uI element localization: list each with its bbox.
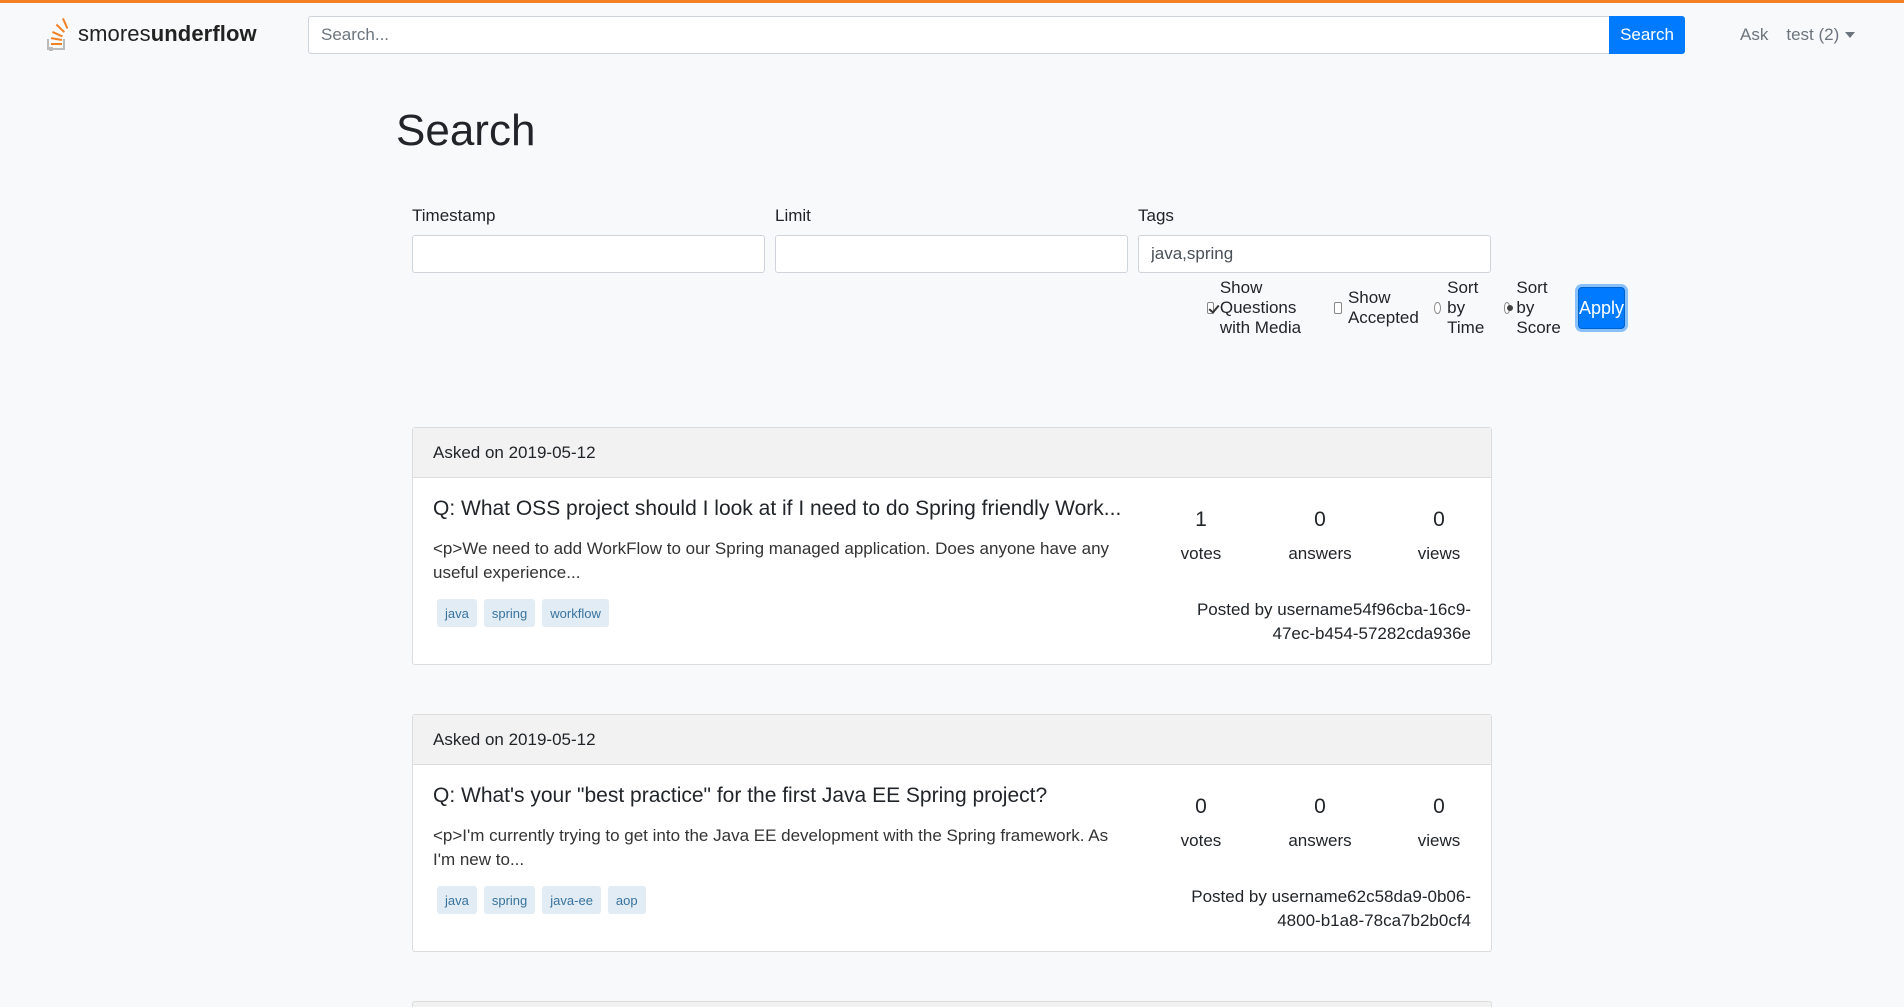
page-title: Search bbox=[396, 106, 536, 155]
votes-count: 1 bbox=[1195, 508, 1207, 531]
question-tags: java spring java-ee aop bbox=[437, 886, 646, 914]
question-title-link[interactable]: Q: What's your "best practice" for the f… bbox=[433, 784, 1133, 808]
sort-time-option[interactable]: Sort by Time bbox=[1434, 278, 1491, 338]
tags-field-group: Tags bbox=[1138, 206, 1491, 273]
tag-chip[interactable]: spring bbox=[483, 599, 536, 627]
views-label: views bbox=[1417, 544, 1461, 563]
sort-score-option[interactable]: Sort by Score bbox=[1503, 278, 1566, 338]
limit-input[interactable] bbox=[775, 235, 1128, 273]
votes-stat: 0 votes bbox=[1151, 795, 1251, 851]
caret-down-icon bbox=[1845, 32, 1856, 38]
show-accepted-label: Show Accepted bbox=[1347, 288, 1419, 327]
show-media-checkbox[interactable] bbox=[1207, 302, 1214, 314]
top-navbar: smoresunderflow Search Ask test (2) bbox=[0, 0, 1904, 64]
tag-chip[interactable]: spring bbox=[483, 886, 536, 914]
show-media-label: Show Questions with Media bbox=[1219, 278, 1302, 337]
tag-chip[interactable]: java bbox=[437, 599, 477, 627]
views-label: views bbox=[1417, 831, 1461, 850]
answers-stat: 0 answers bbox=[1270, 508, 1370, 564]
views-count: 0 bbox=[1433, 795, 1445, 818]
tags-label: Tags bbox=[1138, 206, 1174, 225]
question-card: Asked on 2019-05-12 Q: What's your "best… bbox=[412, 714, 1492, 952]
question-card-partial bbox=[412, 1001, 1492, 1007]
question-card-header: Asked on 2019-05-12 bbox=[413, 428, 1491, 478]
answers-label: answers bbox=[1288, 544, 1352, 563]
user-menu-dropdown[interactable]: test (2) bbox=[1786, 25, 1856, 45]
sort-score-label: Sort by Score bbox=[1516, 278, 1561, 337]
limit-field-group: Limit bbox=[775, 206, 1128, 273]
votes-stat: 1 votes bbox=[1151, 508, 1251, 564]
limit-label: Limit bbox=[775, 206, 811, 225]
question-card-body: Q: What OSS project should I look at if … bbox=[413, 478, 1491, 665]
views-count: 0 bbox=[1433, 508, 1445, 531]
show-media-option[interactable]: Show Questions with Media bbox=[1207, 278, 1322, 338]
views-stat: 0 views bbox=[1389, 795, 1489, 851]
question-title-link[interactable]: Q: What OSS project should I look at if … bbox=[433, 497, 1133, 521]
votes-count: 0 bbox=[1195, 795, 1207, 818]
sort-score-radio[interactable] bbox=[1503, 302, 1513, 314]
answers-stat: 0 answers bbox=[1270, 795, 1370, 851]
search-input[interactable] bbox=[308, 16, 1609, 54]
timestamp-label: Timestamp bbox=[412, 206, 496, 225]
timestamp-field-group: Timestamp bbox=[412, 206, 765, 273]
posted-by: Posted by username54f96cba-16c9-47ec-b45… bbox=[1196, 600, 1471, 643]
answers-count: 0 bbox=[1314, 508, 1326, 531]
sort-time-radio[interactable] bbox=[1434, 302, 1442, 314]
brand-name: smoresunderflow bbox=[78, 21, 257, 46]
apply-button[interactable]: Apply bbox=[1577, 287, 1625, 329]
question-tags: java spring workflow bbox=[437, 599, 609, 627]
show-accepted-option[interactable]: Show Accepted bbox=[1333, 288, 1423, 328]
nav-right: Ask test (2) bbox=[1740, 23, 1856, 47]
asked-date: Asked on 2019-05-12 bbox=[433, 442, 596, 462]
posted-by: Posted by username62c58da9-0b06-4800-b1a… bbox=[1191, 887, 1471, 930]
tag-chip[interactable]: aop bbox=[607, 886, 646, 914]
search-button[interactable]: Search bbox=[1609, 16, 1685, 54]
question-snippet: <p>I'm currently trying to get into the … bbox=[433, 826, 1109, 869]
views-stat: 0 views bbox=[1389, 508, 1489, 564]
user-menu-label: test (2) bbox=[1786, 25, 1840, 44]
sort-time-label: Sort by Time bbox=[1447, 278, 1485, 337]
brand-logo-link[interactable]: smoresunderflow bbox=[46, 16, 257, 52]
show-accepted-checkbox[interactable] bbox=[1333, 302, 1342, 314]
question-snippet: <p>We need to add WorkFlow to our Spring… bbox=[433, 539, 1110, 582]
stack-logo-icon bbox=[46, 17, 70, 51]
tag-chip[interactable]: java bbox=[437, 886, 477, 914]
filter-options: Show Questions with Media Show Accepted … bbox=[1207, 278, 1625, 337]
votes-label: votes bbox=[1180, 544, 1222, 563]
global-search: Search bbox=[308, 16, 1685, 54]
asked-date: Asked on 2019-05-12 bbox=[433, 729, 596, 749]
votes-label: votes bbox=[1180, 831, 1222, 850]
question-card-body: Q: What's your "best practice" for the f… bbox=[413, 765, 1491, 952]
ask-link[interactable]: Ask bbox=[1740, 25, 1768, 45]
tags-input[interactable] bbox=[1138, 235, 1491, 273]
tag-chip[interactable]: workflow bbox=[542, 599, 609, 627]
timestamp-input[interactable] bbox=[412, 235, 765, 273]
question-card-header: Asked on 2019-05-12 bbox=[413, 715, 1491, 765]
tag-chip[interactable]: java-ee bbox=[542, 886, 601, 914]
question-card: Asked on 2019-05-12 Q: What OSS project … bbox=[412, 427, 1492, 665]
answers-label: answers bbox=[1288, 831, 1352, 850]
answers-count: 0 bbox=[1314, 795, 1326, 818]
